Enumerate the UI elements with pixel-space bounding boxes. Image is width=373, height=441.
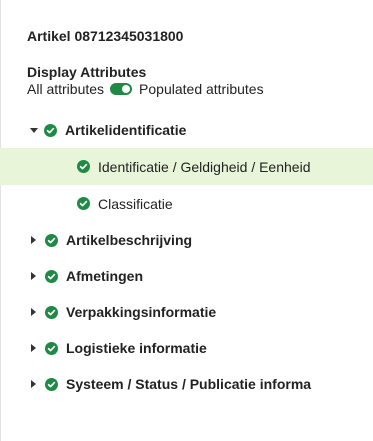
- tree-group-logistieke-informatie[interactable]: Logistieke informatie: [0, 330, 373, 366]
- tree-group-label: Artikelidentificatie: [65, 122, 187, 138]
- tree-group-afmetingen[interactable]: Afmetingen: [0, 258, 373, 294]
- tree-item-classificatie[interactable]: Classificatie: [0, 185, 373, 222]
- tree-item-label: Identificatie / Geldigheid / Eenheid: [98, 158, 311, 175]
- caret-right-icon[interactable]: [31, 236, 36, 244]
- tree-group-artikelidentificatie[interactable]: Artikelidentificatie: [0, 112, 373, 148]
- attribute-tree: Artikelidentificatie Identificatie / Gel…: [0, 112, 373, 402]
- tree-group-artikelbeschrijving[interactable]: Artikelbeschrijving: [0, 222, 373, 258]
- attribute-filter-toggle[interactable]: [110, 83, 133, 95]
- tree-group-verpakkingsinformatie[interactable]: Verpakkingsinformatie: [0, 294, 373, 330]
- check-circle-icon: [45, 341, 58, 355]
- tree-group-label: Verpakkingsinformatie: [66, 304, 217, 320]
- caret-right-icon[interactable]: [31, 272, 36, 280]
- all-attributes-label[interactable]: All attributes: [27, 81, 104, 97]
- caret-right-icon[interactable]: [31, 308, 36, 316]
- tree-item-label: Classificatie: [98, 195, 173, 212]
- attribute-panel: Artikel 08712345031800 Display Attribute…: [0, 0, 373, 441]
- tree-group-systeem-status-publicatie[interactable]: Systeem / Status / Publicatie informa: [0, 366, 373, 402]
- caret-right-icon[interactable]: [31, 344, 36, 352]
- tree-group-label: Logistieke informatie: [66, 340, 207, 356]
- check-circle-icon: [45, 377, 58, 391]
- tree-group-label: Systeem / Status / Publicatie informa: [66, 376, 312, 392]
- check-circle-icon: [45, 233, 58, 247]
- tree-item-identificatie-geldigheid-eenheid[interactable]: Identificatie / Geldigheid / Eenheid: [0, 148, 373, 185]
- caret-right-icon[interactable]: [31, 380, 36, 388]
- article-title: Artikel 08712345031800: [27, 28, 184, 44]
- tree-group-label: Artikelbeschrijving: [66, 232, 193, 248]
- check-circle-icon: [45, 305, 58, 319]
- check-circle-icon: [77, 160, 90, 173]
- display-attributes-heading: Display Attributes: [27, 64, 147, 80]
- populated-attributes-label[interactable]: Populated attributes: [139, 81, 264, 97]
- attribute-filter-toggle-row: All attributes Populated attributes: [27, 80, 264, 98]
- tree-group-label: Afmetingen: [66, 268, 143, 284]
- check-circle-icon: [77, 197, 90, 210]
- caret-down-icon[interactable]: [30, 127, 38, 133]
- toggle-knob: [122, 85, 131, 93]
- check-circle-icon: [45, 269, 58, 283]
- check-circle-icon: [44, 123, 57, 137]
